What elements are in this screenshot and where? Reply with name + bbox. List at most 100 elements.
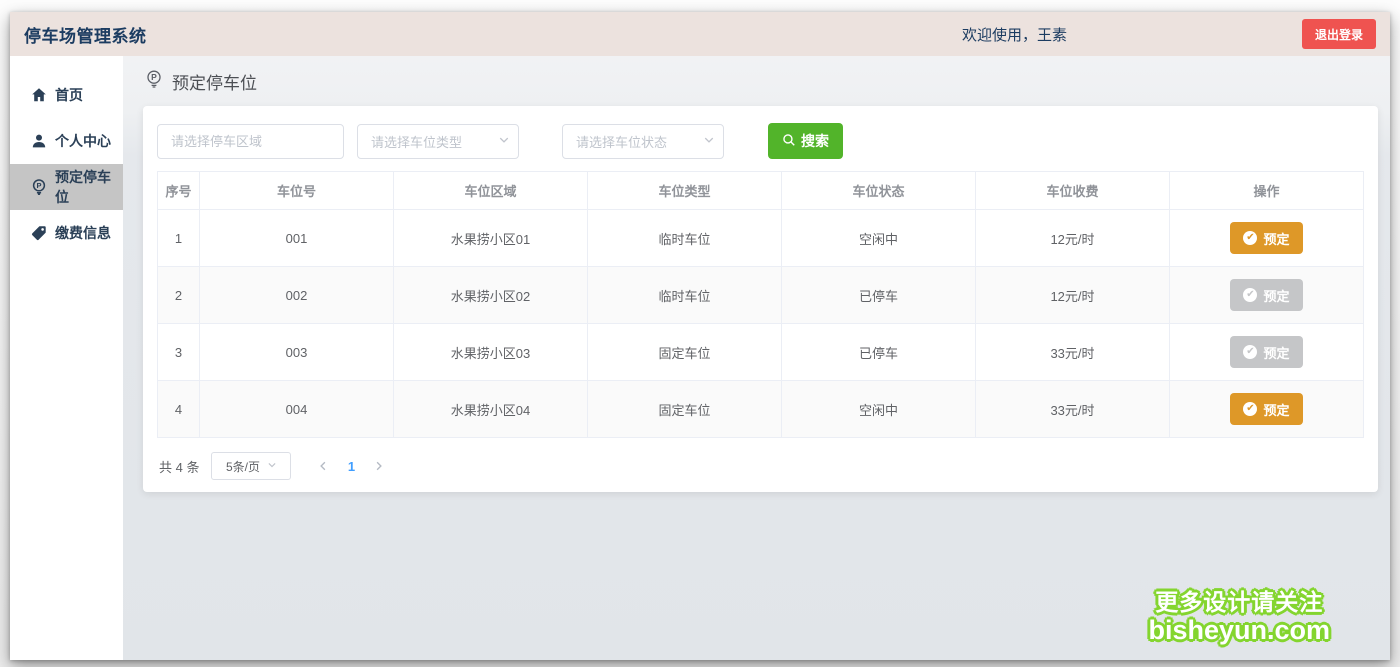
spot-type-select[interactable]: 请选择车位类型 — [357, 124, 519, 159]
cell-spot-no: 004 — [200, 381, 394, 438]
search-button[interactable]: 搜索 — [768, 123, 843, 159]
column-header: 车位号 — [200, 172, 394, 210]
sidebar-item-label: 预定停车位 — [55, 167, 123, 207]
reserve-button[interactable]: ✔ 预定 — [1230, 393, 1302, 425]
cell-area: 水果捞小区02 — [394, 267, 588, 324]
reserve-button-label: 预定 — [1263, 286, 1289, 305]
watermark-line1: 更多设计请关注 — [1148, 589, 1330, 615]
sidebar-menu: 首页个人中心 P 预定停车位缴费信息 — [10, 72, 123, 256]
cell-area: 水果捞小区01 — [394, 210, 588, 267]
page-title: P 预定停车位 — [123, 56, 1390, 106]
sidebar-item-label: 个人中心 — [55, 131, 111, 151]
sidebar-item-reserve-parking[interactable]: P 预定停车位 — [10, 164, 123, 210]
cell-type: 临时车位 — [588, 267, 782, 324]
cell-status: 空闲中 — [782, 210, 976, 267]
tag-icon — [31, 225, 47, 241]
cell-area: 水果捞小区03 — [394, 324, 588, 381]
svg-text:P: P — [151, 72, 157, 82]
cell-status: 已停车 — [782, 324, 976, 381]
reserve-button-label: 预定 — [1263, 229, 1289, 248]
spot-status-select[interactable]: 请选择车位状态 — [562, 124, 724, 159]
chevron-down-icon — [703, 134, 715, 149]
spot-status-placeholder: 请选择车位状态 — [576, 132, 667, 151]
cell-fee: 33元/时 — [976, 324, 1170, 381]
cell-operation: ✔ 预定 — [1170, 210, 1364, 267]
cell-type: 固定车位 — [588, 381, 782, 438]
logout-button[interactable]: 退出登录 — [1302, 19, 1376, 49]
user-icon — [31, 133, 47, 149]
watermark-line2: bisheyun.com — [1148, 615, 1330, 646]
sidebar-item-label: 缴费信息 — [55, 223, 111, 243]
chevron-down-icon — [267, 459, 277, 473]
column-header: 序号 — [158, 172, 200, 210]
watermark: 更多设计请关注 bisheyun.com — [1148, 589, 1330, 646]
cell-index: 3 — [158, 324, 200, 381]
svg-text:P: P — [36, 181, 41, 190]
table-row: 1001水果捞小区01临时车位空闲中12元/时✔预定 — [158, 210, 1364, 267]
cell-index: 4 — [158, 381, 200, 438]
column-header: 车位收费 — [976, 172, 1170, 210]
table-header-row: 序号车位号车位区域车位类型车位状态车位收费操作 — [158, 172, 1364, 210]
table-row: 2002水果捞小区02临时车位已停车12元/时 ✔ 预定 — [158, 267, 1364, 324]
check-circle-icon: ✔ — [1243, 402, 1257, 416]
column-header: 车位类型 — [588, 172, 782, 210]
page-size-label: 5条/页 — [226, 458, 260, 475]
cell-operation: ✔ 预定 — [1170, 324, 1364, 381]
sidebar-item-profile[interactable]: 个人中心 — [10, 118, 123, 164]
sidebar-item-payment-info[interactable]: 缴费信息 — [10, 210, 123, 256]
parking-icon: P — [145, 70, 163, 93]
top-bar: 停车场管理系统 欢迎使用，王素 退出登录 — [10, 12, 1390, 56]
parking-area-input[interactable] — [157, 124, 344, 159]
table-row: 4004水果捞小区04固定车位空闲中33元/时 ✔ 预定 — [158, 381, 1364, 438]
welcome-text: 欢迎使用，王素 — [962, 24, 1067, 45]
pagination: 共 4 条 5条/页 1 — [157, 452, 1364, 480]
reserve-button-label: 预定 — [1263, 343, 1289, 362]
column-header: 车位区域 — [394, 172, 588, 210]
cell-spot-no: 002 — [200, 267, 394, 324]
check-circle-icon: ✔ — [1243, 288, 1257, 302]
cell-area: 水果捞小区04 — [394, 381, 588, 438]
main-content: P 预定停车位 请选择车位类型 请选择车位状态 — [123, 56, 1390, 660]
parking-icon: P — [31, 179, 47, 195]
filter-bar: 请选择车位类型 请选择车位状态 — [157, 123, 1364, 159]
app-title: 停车场管理系统 — [24, 22, 147, 47]
cell-type: 固定车位 — [588, 324, 782, 381]
content-card: 请选择车位类型 请选择车位状态 — [143, 106, 1378, 492]
cell-status: 空闲中 — [782, 381, 976, 438]
sidebar: 首页个人中心 P 预定停车位缴费信息 — [10, 56, 123, 660]
cell-index: 1 — [158, 210, 200, 267]
cell-index: 2 — [158, 267, 200, 324]
next-page-button[interactable] — [365, 452, 393, 480]
check-circle-icon: ✔ — [1243, 345, 1257, 359]
cell-fee: 12元/时 — [976, 267, 1170, 324]
app-window: 停车场管理系统 欢迎使用，王素 退出登录 首页个人中心 P 预定停车位缴费信息 P … — [10, 12, 1390, 660]
reserve-button-label: 预定 — [1263, 400, 1289, 419]
spot-type-placeholder: 请选择车位类型 — [371, 132, 462, 151]
cell-status: 已停车 — [782, 267, 976, 324]
search-button-label: 搜索 — [801, 131, 829, 151]
cell-fee: 33元/时 — [976, 381, 1170, 438]
pagination-total: 共 4 条 — [159, 457, 199, 476]
page-size-select[interactable]: 5条/页 — [211, 452, 291, 480]
cell-type: 临时车位 — [588, 210, 782, 267]
page-title-text: 预定停车位 — [172, 69, 257, 94]
cell-fee: 12元/时 — [976, 210, 1170, 267]
sidebar-item-home[interactable]: 首页 — [10, 72, 123, 118]
reserve-button: ✔ 预定 — [1230, 336, 1302, 368]
column-header: 操作 — [1170, 172, 1364, 210]
prev-page-button[interactable] — [309, 452, 337, 480]
parking-spots-table: 序号车位号车位区域车位类型车位状态车位收费操作 1001水果捞小区01临时车位空… — [157, 171, 1364, 438]
check-circle-icon: ✔ — [1243, 231, 1257, 245]
main-layout: 首页个人中心 P 预定停车位缴费信息 P 预定停车位 请选择车位类型 — [10, 56, 1390, 660]
chevron-down-icon — [498, 134, 510, 149]
search-icon — [782, 133, 796, 150]
current-page-number[interactable]: 1 — [337, 459, 365, 474]
table-row: 3003水果捞小区03固定车位已停车33元/时 ✔ 预定 — [158, 324, 1364, 381]
table-body: 1001水果捞小区01临时车位空闲中12元/时✔预定2002水果捞小区02临时车… — [158, 210, 1364, 438]
reserve-button[interactable]: ✔ 预定 — [1230, 222, 1302, 254]
reserve-button: ✔ 预定 — [1230, 279, 1302, 311]
cell-operation: ✔ 预定 — [1170, 267, 1364, 324]
sidebar-item-label: 首页 — [55, 85, 83, 105]
table-header: 序号车位号车位区域车位类型车位状态车位收费操作 — [158, 172, 1364, 210]
cell-spot-no: 003 — [200, 324, 394, 381]
